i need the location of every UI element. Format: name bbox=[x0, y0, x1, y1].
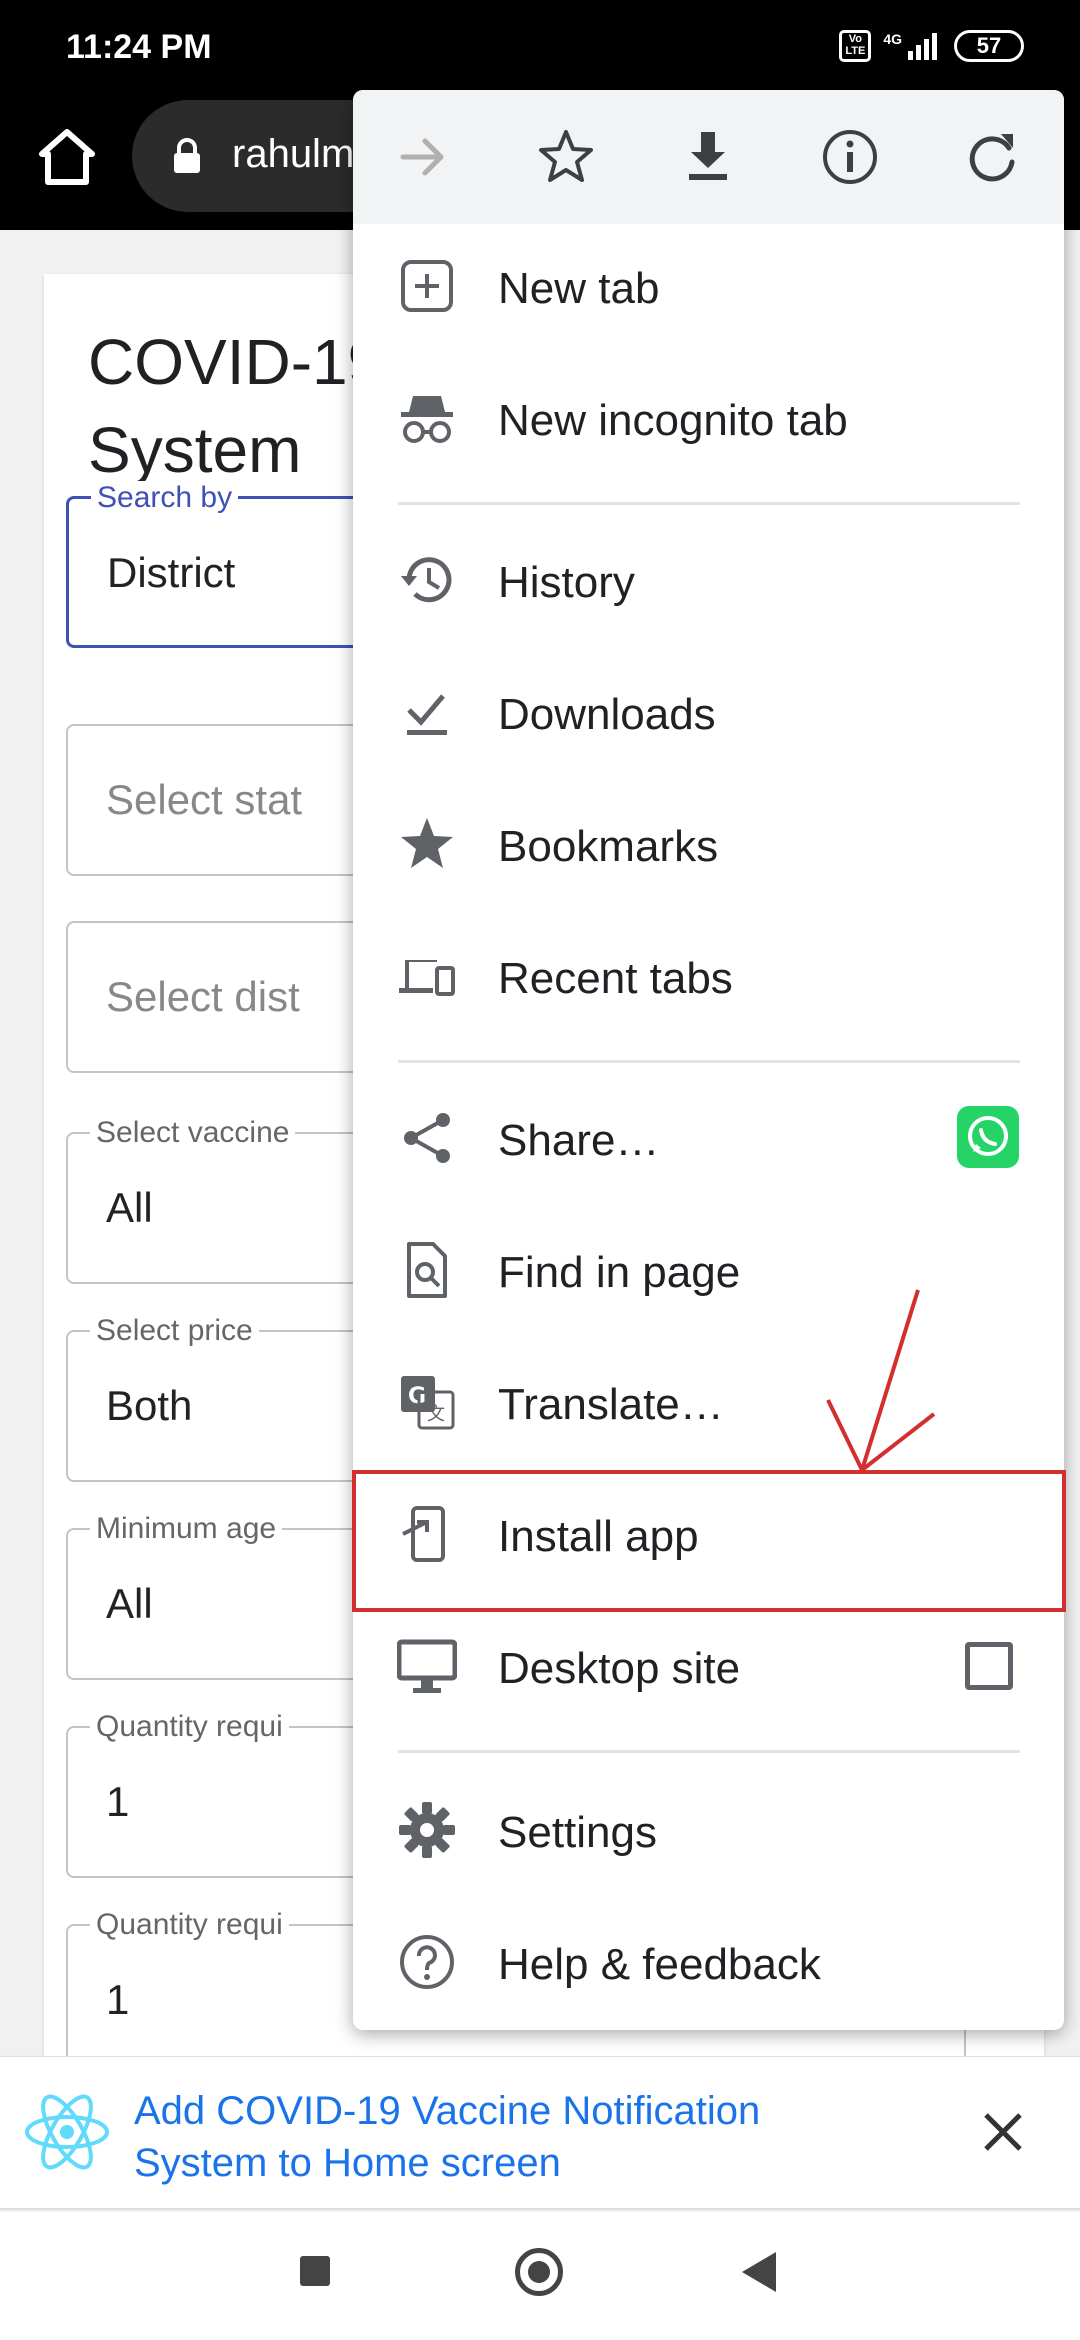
gear-icon bbox=[399, 1802, 455, 1858]
field-label: Search by bbox=[91, 481, 239, 515]
menu-divider bbox=[398, 1060, 1020, 1063]
menu-item-bookmarks[interactable]: Bookmarks bbox=[353, 784, 1064, 904]
field-value: Both bbox=[106, 1382, 193, 1429]
field-value: 1 bbox=[106, 1976, 130, 2023]
menu-item-desktop-site[interactable]: Desktop site bbox=[353, 1606, 1064, 1726]
menu-item-new-tab[interactable]: New tab bbox=[353, 226, 1064, 346]
field-value: District bbox=[107, 549, 236, 596]
field-label: Select price bbox=[90, 1314, 259, 1348]
menu-item-label: History bbox=[498, 558, 635, 607]
info-icon[interactable] bbox=[819, 126, 881, 188]
refresh-icon[interactable] bbox=[961, 126, 1023, 188]
svg-text:G: G bbox=[408, 1384, 426, 1409]
recents-button[interactable] bbox=[300, 2256, 330, 2286]
menu-item-label: New tab bbox=[498, 264, 660, 313]
menu-item-settings[interactable]: Settings bbox=[353, 1770, 1064, 1890]
whatsapp-icon[interactable] bbox=[957, 1106, 1019, 1168]
banner-text[interactable]: Add COVID-19 Vaccine Notification System… bbox=[134, 2085, 934, 2189]
menu-item-label: Find in page bbox=[498, 1248, 741, 1297]
incognito-icon bbox=[401, 396, 453, 443]
network-type: 4G bbox=[883, 31, 902, 47]
menu-item-history[interactable]: History bbox=[353, 520, 1064, 640]
signal-icon bbox=[908, 33, 937, 60]
menu-item-label: Settings bbox=[498, 1808, 657, 1857]
status-time: 11:24 PM bbox=[66, 28, 212, 66]
annotation-arrow bbox=[826, 1289, 936, 1472]
back-button[interactable] bbox=[742, 2252, 776, 2292]
status-icons: Vo LTE 4G 57 bbox=[839, 30, 1024, 62]
banner-text-line2: System to Home screen bbox=[134, 2141, 561, 2185]
desktop-icon bbox=[397, 1639, 457, 1693]
menu-item-label: Translate… bbox=[498, 1380, 724, 1429]
field-label: Quantity requi bbox=[90, 1908, 289, 1942]
desktop-site-checkbox[interactable] bbox=[965, 1642, 1013, 1690]
field-label: Quantity requi bbox=[90, 1710, 289, 1744]
menu-divider bbox=[398, 502, 1020, 505]
whatsapp-glyph bbox=[968, 1116, 1008, 1156]
field-placeholder: Select stat bbox=[106, 776, 303, 823]
home-icon[interactable] bbox=[36, 126, 98, 188]
find-in-page-icon bbox=[407, 1242, 447, 1298]
field-value: All bbox=[106, 1184, 153, 1231]
url-text: rahulm bbox=[232, 132, 355, 176]
banner-text-line1: Add COVID-19 Vaccine Notification bbox=[134, 2089, 761, 2133]
volte-icon: Vo LTE bbox=[839, 30, 872, 62]
menu-item-downloads[interactable]: Downloads bbox=[353, 652, 1064, 772]
download-icon[interactable] bbox=[677, 126, 739, 188]
field-value: 1 bbox=[106, 1778, 130, 1825]
menu-item-label: Desktop site bbox=[498, 1644, 741, 1693]
menu-item-label: Downloads bbox=[498, 690, 716, 739]
field-placeholder: Select dist bbox=[106, 973, 300, 1020]
history-icon bbox=[401, 557, 452, 603]
battery-indicator: 57 bbox=[954, 30, 1024, 62]
field-label: Select vaccine bbox=[90, 1116, 296, 1150]
svg-text:文: 文 bbox=[427, 1404, 445, 1425]
menu-item-label: Recent tabs bbox=[498, 954, 733, 1003]
menu-item-help-feedback[interactable]: Help & feedback bbox=[353, 1902, 1064, 2022]
forward-icon[interactable] bbox=[393, 126, 455, 188]
star-icon[interactable] bbox=[535, 126, 597, 188]
downloads-icon bbox=[407, 694, 447, 735]
react-logo-icon bbox=[25, 2094, 109, 2170]
menu-item-share[interactable]: Share… bbox=[353, 1078, 1064, 1198]
install-app-highlight bbox=[352, 1470, 1066, 1612]
menu-action-row bbox=[353, 90, 1064, 224]
menu-item-recent-tabs[interactable]: Recent tabs bbox=[353, 916, 1064, 1036]
translate-icon: G 文 bbox=[401, 1376, 455, 1430]
add-to-home-banner[interactable]: Add COVID-19 Vaccine Notification System… bbox=[0, 2056, 1080, 2210]
menu-item-new-incognito-tab[interactable]: New incognito tab bbox=[353, 358, 1064, 478]
help-icon bbox=[400, 1935, 454, 1989]
close-icon[interactable] bbox=[978, 2107, 1028, 2157]
menu-item-label: New incognito tab bbox=[498, 396, 848, 445]
field-label: Minimum age bbox=[90, 1512, 283, 1546]
system-nav-bar bbox=[0, 2212, 1080, 2340]
home-button[interactable] bbox=[515, 2248, 563, 2296]
devices-icon bbox=[399, 960, 455, 996]
menu-item-label: Share… bbox=[498, 1116, 660, 1165]
menu-item-label: Bookmarks bbox=[498, 822, 719, 871]
field-value: All bbox=[106, 1580, 153, 1627]
bookmark-star-icon bbox=[401, 818, 453, 868]
lock-icon bbox=[174, 138, 200, 173]
status-bar: 11:24 PM Vo LTE 4G 57 bbox=[0, 0, 1080, 96]
overflow-menu: New tab New incognito tab History Downlo… bbox=[353, 90, 1064, 2030]
new-tab-icon bbox=[401, 260, 453, 312]
menu-item-label: Help & feedback bbox=[498, 1940, 821, 1989]
menu-divider bbox=[398, 1750, 1020, 1753]
share-icon bbox=[404, 1113, 450, 1163]
